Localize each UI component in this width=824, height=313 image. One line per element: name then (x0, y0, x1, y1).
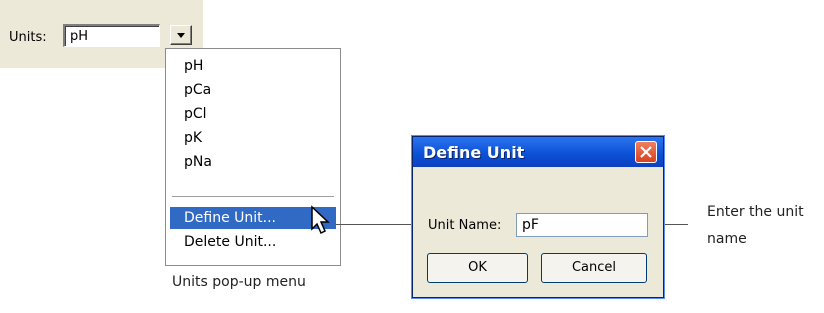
dialog-title: Define Unit (423, 143, 525, 162)
cancel-button[interactable]: Cancel (541, 253, 647, 283)
ok-button[interactable]: OK (427, 253, 528, 283)
unit-name-caption: Enter the unit name (707, 199, 804, 253)
units-value: pH (70, 29, 89, 44)
unit-name-caption-line1: Enter the unit (707, 204, 804, 220)
menu-item-pna[interactable]: pNa (170, 151, 336, 173)
popup-menu-caption: Units pop-up menu (172, 274, 306, 290)
define-unit-dialog: Define Unit Unit Name: pF OK Cancel (412, 136, 664, 298)
menu-item-ph[interactable]: pH (170, 55, 336, 77)
dialog-titlebar[interactable]: Define Unit (413, 137, 663, 167)
close-icon (640, 146, 652, 158)
unit-name-label: Unit Name: (428, 218, 502, 233)
menu-separator (172, 196, 334, 198)
units-dropdown-button[interactable] (170, 25, 192, 45)
menu-item-pcl[interactable]: pCl (170, 103, 336, 125)
mouse-pointer-icon (311, 205, 330, 235)
units-field[interactable]: pH (63, 24, 160, 47)
menu-item-pca[interactable]: pCa (170, 79, 336, 101)
unit-name-input[interactable]: pF (516, 213, 648, 237)
callout-line-menu (336, 224, 412, 225)
unit-name-caption-line2: name (707, 231, 747, 247)
units-label: Units: (9, 30, 47, 45)
chevron-down-icon (177, 33, 185, 38)
menu-item-pk[interactable]: pK (170, 127, 336, 149)
unit-name-value: pF (522, 217, 539, 233)
close-button[interactable] (635, 141, 657, 163)
